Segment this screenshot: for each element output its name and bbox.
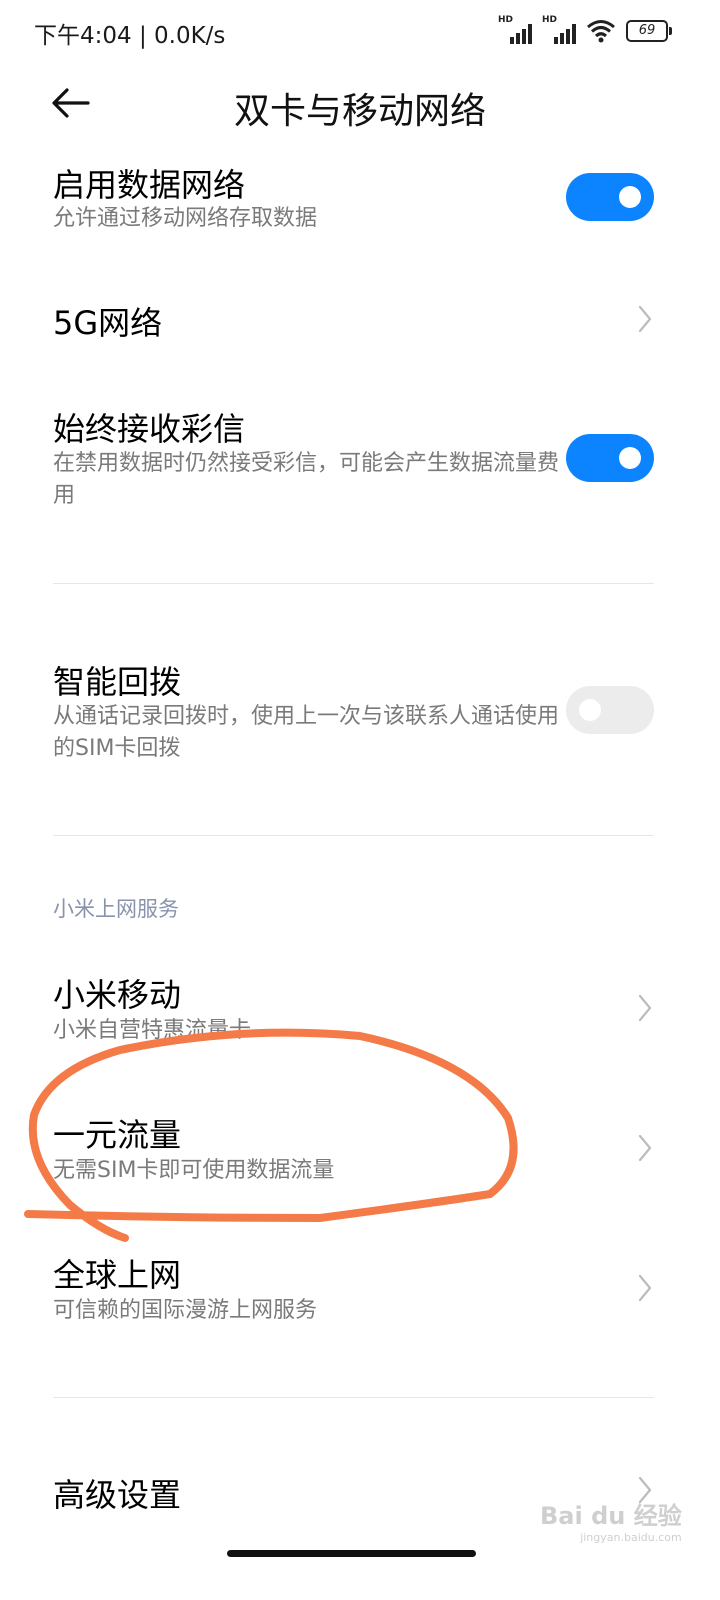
status-bar: 下午4:04 | 0.0K/s HD HD 69	[0, 0, 720, 62]
row-subtitle: 小米自营特惠流量卡	[53, 1018, 252, 1043]
always-mms-toggle[interactable]	[566, 434, 654, 482]
chevron-right-icon	[638, 305, 652, 333]
row-subtitle: 在禁用数据时仍然接受彩信，可能会产生数据流量费用	[53, 451, 560, 508]
header: 双卡与移动网络	[0, 62, 720, 148]
xiaomi-mobile-row[interactable]: 小米移动 小米自营特惠流量卡	[0, 960, 720, 1060]
row-title: 5G网络	[53, 304, 163, 342]
divider	[53, 835, 654, 836]
row-title: 始终接收彩信	[53, 410, 246, 448]
watermark: Bai du 经验 jingyan.baidu.com	[540, 1496, 682, 1544]
row-title: 高级设置	[53, 1476, 182, 1514]
watermark-brand: Bai du 经验	[540, 1502, 682, 1530]
status-icons: HD HD 69	[498, 15, 672, 46]
row-title: 启用数据网络	[53, 166, 246, 204]
section-header: 小米上网服务	[53, 897, 179, 921]
smart-redial-toggle[interactable]	[566, 686, 654, 734]
one-yuan-data-row[interactable]: 一元流量 无需SIM卡即可使用数据流量	[0, 1100, 720, 1200]
global-internet-row[interactable]: 全球上网 可信赖的国际漫游上网服务	[0, 1240, 720, 1340]
row-subtitle: 无需SIM卡即可使用数据流量	[53, 1158, 335, 1183]
wifi-icon	[587, 20, 615, 43]
data-network-toggle[interactable]	[566, 173, 654, 221]
chevron-right-icon	[638, 1134, 652, 1162]
row-title: 一元流量	[53, 1116, 182, 1154]
battery-icon: 69	[626, 20, 672, 42]
page-title: 双卡与移动网络	[233, 91, 486, 132]
signal-icon: HD	[498, 15, 532, 44]
data-network-row[interactable]: 启用数据网络 允许通过移动网络存取数据	[0, 150, 720, 260]
chevron-right-icon	[638, 994, 652, 1022]
row-title: 小米移动	[53, 976, 182, 1014]
row-title: 全球上网	[53, 1256, 182, 1294]
5g-network-row[interactable]: 5G网络	[0, 282, 720, 358]
always-mms-row[interactable]: 始终接收彩信 在禁用数据时仍然接受彩信，可能会产生数据流量费用	[0, 392, 720, 522]
signal-icon: HD	[542, 15, 576, 44]
home-indicator[interactable]	[227, 1550, 476, 1557]
row-title: 智能回拨	[53, 663, 182, 701]
watermark-url: jingyan.baidu.com	[580, 1531, 682, 1544]
divider	[53, 1397, 654, 1398]
chevron-right-icon	[638, 1274, 652, 1302]
status-time: 下午4:04 | 0.0K/s	[34, 23, 226, 49]
smart-redial-row[interactable]: 智能回拨 从通话记录回拨时，使用上一次与该联系人通话使用的SIM卡回拨	[0, 645, 720, 775]
row-subtitle: 可信赖的国际漫游上网服务	[53, 1298, 318, 1323]
divider	[53, 583, 654, 584]
row-subtitle: 允许通过移动网络存取数据	[53, 206, 318, 231]
row-subtitle: 从通话记录回拨时，使用上一次与该联系人通话使用的SIM卡回拨	[53, 704, 560, 761]
